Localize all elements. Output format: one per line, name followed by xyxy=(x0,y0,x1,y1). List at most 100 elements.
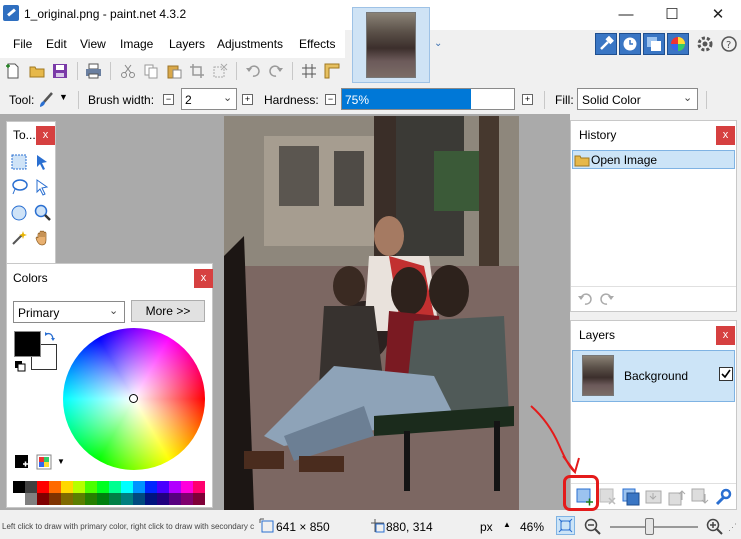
undo-icon[interactable] xyxy=(245,64,261,78)
resize-grip-icon[interactable]: ⋰ xyxy=(728,522,737,533)
tools-close-button[interactable]: x xyxy=(36,126,55,145)
undo-icon[interactable] xyxy=(577,292,593,306)
zoom-slider-thumb[interactable] xyxy=(645,518,654,535)
chevron-down-icon[interactable]: ⌄ xyxy=(683,91,692,104)
palette-swatch[interactable] xyxy=(37,493,49,505)
tools-window-toggle[interactable] xyxy=(595,33,617,55)
palette-swatch[interactable] xyxy=(169,481,181,493)
grid-icon[interactable] xyxy=(301,63,317,79)
menu-edit[interactable]: Edit xyxy=(46,37,67,51)
layers-close-button[interactable]: x xyxy=(716,326,735,345)
redo-icon[interactable] xyxy=(268,64,284,78)
layer-properties-icon[interactable] xyxy=(714,488,732,506)
palette-swatch[interactable] xyxy=(13,493,25,505)
hardness-decrease[interactable]: − xyxy=(325,94,336,105)
menu-adjustments[interactable]: Adjustments xyxy=(217,37,283,51)
palette-menu-arrow[interactable]: ▼ xyxy=(57,457,65,466)
colors-window-toggle[interactable] xyxy=(667,33,689,55)
history-window-toggle[interactable] xyxy=(619,33,641,55)
duplicate-layer-icon[interactable] xyxy=(622,488,640,506)
lasso-icon[interactable] xyxy=(10,178,28,196)
more-colors-button[interactable]: More >> xyxy=(131,300,205,322)
redo-icon[interactable] xyxy=(599,292,615,306)
menu-image[interactable]: Image xyxy=(120,37,153,51)
hardness-slider[interactable]: 75% xyxy=(341,88,515,110)
move-selection-icon[interactable] xyxy=(34,153,52,171)
palette-swatch[interactable] xyxy=(181,493,193,505)
layers-window-toggle[interactable] xyxy=(643,33,665,55)
palette-swatch[interactable] xyxy=(49,493,61,505)
zoom-slider-track[interactable] xyxy=(610,526,698,528)
paste-icon[interactable] xyxy=(166,63,182,79)
maximize-button[interactable]: ☐ xyxy=(649,0,695,30)
palette-swatch[interactable] xyxy=(109,493,121,505)
palette-swatch[interactable] xyxy=(13,481,25,493)
palette-swatch[interactable] xyxy=(73,481,85,493)
palette-swatch[interactable] xyxy=(193,481,205,493)
cut-icon[interactable] xyxy=(120,63,136,79)
palette-swatch[interactable] xyxy=(157,493,169,505)
palette-swatch[interactable] xyxy=(133,493,145,505)
ruler-icon[interactable] xyxy=(324,63,340,79)
print-icon[interactable] xyxy=(85,63,102,79)
pan-hand-icon[interactable] xyxy=(34,229,52,247)
brush-width-decrease[interactable]: − xyxy=(163,94,174,105)
copy-icon[interactable] xyxy=(143,63,159,79)
palette-swatch[interactable] xyxy=(49,481,61,493)
units-dropdown-icon[interactable]: ▲ xyxy=(503,520,511,529)
history-item[interactable]: Open Image xyxy=(572,150,735,169)
palette-swatch[interactable] xyxy=(109,481,121,493)
tool-dropdown-icon[interactable]: ▼ xyxy=(59,92,68,102)
menu-view[interactable]: View xyxy=(80,37,106,51)
magic-wand-icon[interactable] xyxy=(10,229,28,247)
palette-swatch[interactable] xyxy=(61,481,73,493)
zoom-out-icon[interactable] xyxy=(584,518,602,536)
hardness-increase[interactable]: + xyxy=(522,94,533,105)
open-file-icon[interactable] xyxy=(29,63,45,79)
reset-colors-icon[interactable] xyxy=(14,360,26,372)
move-layer-down-icon[interactable] xyxy=(691,488,709,506)
palette-swatch[interactable] xyxy=(133,481,145,493)
crop-icon[interactable] xyxy=(189,63,205,79)
fill-dropdown[interactable]: Solid Color ⌄ xyxy=(577,88,698,110)
colors-close-button[interactable]: x xyxy=(194,269,213,288)
color-mode-dropdown[interactable]: Primary ⌄ xyxy=(13,301,125,323)
palette-swatch[interactable] xyxy=(121,481,133,493)
brush-width-increase[interactable]: + xyxy=(242,94,253,105)
move-pixels-icon[interactable] xyxy=(34,178,52,196)
menu-file[interactable]: File xyxy=(13,37,32,51)
primary-color-swatch[interactable] xyxy=(14,331,41,357)
palette-swatch[interactable] xyxy=(121,493,133,505)
image-thumbnail[interactable] xyxy=(366,12,416,78)
deselect-icon[interactable] xyxy=(212,63,228,79)
layer-item[interactable]: Background xyxy=(572,350,735,402)
minimize-button[interactable]: — xyxy=(603,0,649,30)
history-close-button[interactable]: x xyxy=(716,126,735,145)
palette-swatch[interactable] xyxy=(97,481,109,493)
brush-width-input[interactable]: 2 ⌄ xyxy=(181,88,237,110)
chevron-down-icon[interactable]: ⌄ xyxy=(109,304,118,317)
tab-dropdown-icon[interactable]: ⌄ xyxy=(434,38,442,49)
zoom-level[interactable]: 46% xyxy=(520,520,544,534)
palette-swatch[interactable] xyxy=(85,493,97,505)
close-window-button[interactable]: ✕ xyxy=(695,0,741,30)
swap-colors-icon[interactable] xyxy=(44,330,56,342)
palette-swatch[interactable] xyxy=(85,481,97,493)
move-layer-up-icon[interactable] xyxy=(668,488,686,506)
palette-swatch[interactable] xyxy=(193,493,205,505)
image-canvas[interactable] xyxy=(224,116,519,510)
palette-swatch[interactable] xyxy=(61,493,73,505)
zoom-icon[interactable] xyxy=(34,204,52,222)
palette-swatch[interactable] xyxy=(73,493,85,505)
palette-swatch[interactable] xyxy=(25,493,37,505)
rectangle-select-icon[interactable] xyxy=(10,153,28,171)
palette-swatch[interactable] xyxy=(145,493,157,505)
palette-swatch[interactable] xyxy=(181,481,193,493)
color-wheel-cursor[interactable] xyxy=(129,394,138,403)
paintbrush-icon[interactable] xyxy=(37,91,55,109)
chevron-down-icon[interactable]: ⌄ xyxy=(223,91,232,104)
palette-swatch[interactable] xyxy=(25,481,37,493)
menu-effects[interactable]: Effects xyxy=(299,37,335,51)
new-file-icon[interactable] xyxy=(5,63,21,79)
palette-swatch[interactable] xyxy=(97,493,109,505)
